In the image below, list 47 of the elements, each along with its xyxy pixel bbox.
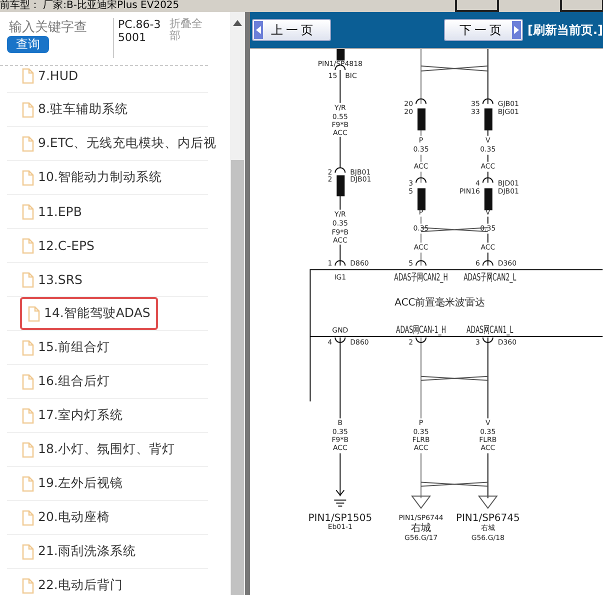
document-icon [22, 510, 34, 526]
module-name: ACC前置毫米波雷达 [394, 297, 486, 308]
document-icon [22, 374, 34, 390]
sidebar-item[interactable]: 9.ETC、无线充电模块、内后视 [0, 127, 224, 160]
sidebar-item[interactable]: 12.C-EPS [0, 230, 102, 262]
document-icon [22, 544, 34, 560]
document-icon [28, 306, 40, 322]
sidebar-item[interactable]: 15.前组合灯 [0, 331, 118, 364]
diagram-label: ADAS子网CAN2_H [394, 270, 448, 283]
sidebar-item[interactable]: 8.驻车辅助系统 [0, 93, 136, 126]
code-label: PC.86-35001 [113, 18, 164, 58]
diagram-label: ADAS网CAN-1_H [396, 324, 446, 336]
document-icon [22, 408, 34, 424]
sidebar-item[interactable]: 22.电动后背门 [0, 569, 131, 595]
document-icon [22, 68, 34, 84]
document-icon [22, 476, 34, 492]
scrollbar-thumb[interactable] [231, 160, 244, 595]
document-icon [22, 442, 34, 458]
document-icon [22, 272, 34, 288]
diagram-label: PIN1/SP1505 [308, 512, 372, 524]
sidebar-item[interactable]: 17.室内灯系统 [0, 399, 131, 432]
document-icon [22, 136, 34, 152]
refresh-link[interactable]: [刷新当前页.] [527, 22, 603, 38]
next-page-button[interactable]: 下一页 [444, 19, 524, 41]
sidebar-item[interactable]: 14.智能驾驶ADAS [20, 297, 158, 330]
diagram-label: 右城 [411, 522, 431, 534]
document-icon [22, 102, 34, 118]
search-field[interactable]: 输入关键字查 [7, 18, 113, 35]
sidebar-item[interactable]: 20.电动座椅 [0, 501, 118, 534]
sidebar-item[interactable]: 16.组合后灯 [0, 365, 118, 398]
diagram-label: PIN1/SP6745 [456, 512, 520, 524]
diagram-label: ADAS子网CAN2_L [464, 270, 516, 283]
sidebar-item[interactable]: 13.SRS [0, 264, 90, 296]
document-icon [22, 204, 34, 220]
sidebar-item[interactable]: 18.小灯、氛围灯、背灯 [0, 433, 183, 466]
scroll-up-icon[interactable] [233, 20, 242, 26]
previous-page-button[interactable]: 上一页 [252, 19, 331, 41]
search-button[interactable]: 查询 [7, 36, 49, 53]
sidebar-item[interactable]: 21.雨刮洗涤系统 [0, 535, 144, 568]
sidebar-item[interactable]: 10.智能动力制动系统 [0, 161, 170, 194]
sidebar-item[interactable]: 19.左外后视镜 [0, 467, 131, 500]
sidebar-item[interactable]: 11.EPB [0, 196, 90, 228]
document-icon [22, 340, 34, 356]
document-icon [22, 170, 34, 186]
diagram-label: ADAS网CAN1_L [466, 324, 514, 336]
sidebar-item[interactable]: 7.HUD [0, 66, 86, 92]
document-icon [22, 238, 34, 254]
